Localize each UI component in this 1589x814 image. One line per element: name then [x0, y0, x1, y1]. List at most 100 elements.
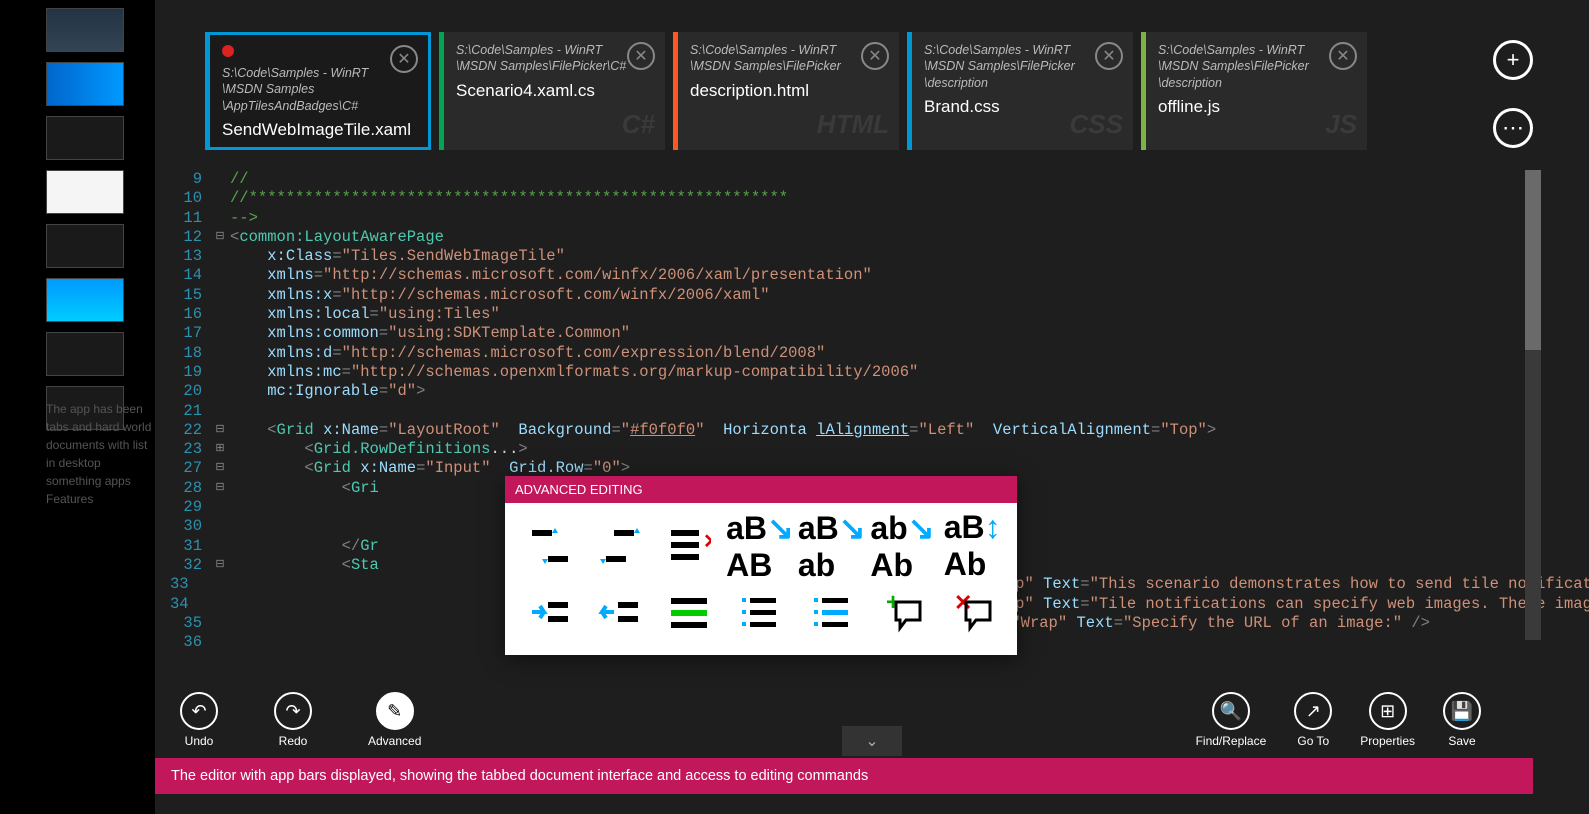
code-content[interactable]: -->	[230, 209, 258, 228]
appbar-icon: ✎	[376, 692, 414, 730]
case-lower-icon[interactable]: aB↘ab	[798, 515, 866, 577]
case-title-icon[interactable]: ab↘Ab	[870, 515, 936, 577]
code-line[interactable]: 12⊟<common:LayoutAwarePage	[170, 228, 1531, 247]
fold-toggle	[210, 402, 230, 421]
fold-toggle[interactable]: ⊞	[210, 440, 230, 459]
advanced-button[interactable]: ✎Advanced	[368, 692, 421, 748]
line-number: 34	[170, 595, 197, 614]
code-line[interactable]: 13 x:Class="Tiles.SendWebImageTile"	[170, 247, 1531, 266]
code-content[interactable]: xmlns:d="http://schemas.microsoft.com/ex…	[230, 344, 825, 363]
code-line[interactable]: 15 xmlns:x="http://schemas.microsoft.com…	[170, 286, 1531, 305]
outdent-icon[interactable]	[587, 581, 653, 643]
page-thumbnail[interactable]	[46, 224, 124, 268]
code-line[interactable]: 23⊞ <Grid.RowDefinitions...>	[170, 440, 1531, 459]
page-thumbnail[interactable]	[46, 116, 124, 160]
close-tab-button[interactable]: ✕	[390, 45, 418, 73]
code-content[interactable]: mc:Ignorable="d">	[230, 382, 425, 401]
fold-toggle	[210, 170, 230, 189]
fold-toggle	[210, 537, 230, 556]
line-number: 18	[170, 344, 210, 363]
code-content[interactable]: </Gr	[230, 537, 379, 556]
case-upper-icon[interactable]: aB↘AB	[726, 515, 794, 577]
properties-button[interactable]: ⊞Properties	[1360, 692, 1415, 748]
line-number: 36	[170, 633, 210, 652]
line-number: 20	[170, 382, 210, 401]
fold-toggle[interactable]: ⊟	[210, 459, 230, 478]
scrollbar-thumb[interactable]	[1525, 170, 1541, 350]
code-line[interactable]: 19 xmlns:mc="http://schemas.openxmlforma…	[170, 363, 1531, 382]
code-content[interactable]: <Gri	[230, 479, 379, 498]
code-line[interactable]: 17 xmlns:common="using:SDKTemplate.Commo…	[170, 324, 1531, 343]
code-content[interactable]: //**************************************…	[230, 189, 788, 208]
go-to-button[interactable]: ↗Go To	[1294, 692, 1332, 748]
code-content[interactable]: xmlns:local="using:Tiles"	[230, 305, 500, 324]
line-number: 19	[170, 363, 210, 382]
editor-window: ✕S:\Code\Samples - WinRT\MSDN Samples\Ap…	[155, 0, 1589, 814]
code-content[interactable]: <Sta	[230, 556, 379, 575]
move-line-icon[interactable]	[587, 515, 653, 577]
page-thumbnail[interactable]	[46, 332, 124, 376]
case-toggle-icon[interactable]: aB↕Ab	[939, 515, 1005, 577]
page-thumbnail[interactable]	[46, 386, 124, 430]
code-line[interactable]: 10 //************************************…	[170, 189, 1531, 208]
line-number: 13	[170, 247, 210, 266]
document-tab[interactable]: ✕S:\Code\Samples - WinRT\MSDN Samples\Fi…	[673, 32, 899, 150]
find-replace-button[interactable]: 🔍Find/Replace	[1196, 692, 1267, 748]
close-tab-button[interactable]: ✕	[627, 42, 655, 70]
fold-toggle[interactable]: ⊟	[210, 556, 230, 575]
fold-toggle[interactable]: ⊟	[210, 421, 230, 440]
close-tab-button[interactable]: ✕	[1095, 42, 1123, 70]
fold-toggle	[210, 382, 230, 401]
close-tab-button[interactable]: ✕	[861, 42, 889, 70]
line-number: 27	[170, 459, 210, 478]
code-content[interactable]: xmlns:x="http://schemas.microsoft.com/wi…	[230, 286, 770, 305]
code-line[interactable]: 21	[170, 402, 1531, 421]
code-content[interactable]: <common:LayoutAwarePage	[230, 228, 444, 247]
tab-language-badge: C#	[622, 109, 655, 140]
expand-chevron[interactable]: ⌄	[842, 726, 902, 756]
save-button[interactable]: 💾Save	[1443, 692, 1481, 748]
code-line[interactable]: 22⊟ <Grid x:Name="LayoutRoot" Background…	[170, 421, 1531, 440]
code-content[interactable]: <Grid x:Name="LayoutRoot" Background="#f…	[230, 421, 1216, 440]
code-content[interactable]: x:Class="Tiles.SendWebImageTile"	[230, 247, 565, 266]
code-line[interactable]: 18 xmlns:d="http://schemas.microsoft.com…	[170, 344, 1531, 363]
document-tab[interactable]: ✕S:\Code\Samples - WinRT\MSDN Samples\Fi…	[907, 32, 1133, 150]
indent-icon[interactable]	[517, 581, 583, 643]
delete-line-icon[interactable]: ✕	[656, 515, 722, 577]
transpose-icon[interactable]	[517, 515, 583, 577]
tab-filename: description.html	[690, 81, 887, 101]
close-tab-button[interactable]: ✕	[1329, 42, 1357, 70]
code-line[interactable]: 14 xmlns="http://schemas.microsoft.com/w…	[170, 266, 1531, 285]
appbar-label: Save	[1448, 734, 1475, 748]
comment-icon[interactable]: +	[870, 581, 936, 643]
redo-button[interactable]: ↷Redo	[274, 692, 312, 748]
fold-toggle[interactable]: ⊟	[210, 479, 230, 498]
uncomment-icon[interactable]: ✕	[939, 581, 1005, 643]
code-line[interactable]: 9//	[170, 170, 1531, 189]
code-line[interactable]: 11-->	[170, 209, 1531, 228]
page-thumbnail[interactable]	[46, 170, 124, 214]
untabify-icon[interactable]	[798, 581, 866, 643]
undo-button[interactable]: ↶Undo	[180, 692, 218, 748]
code-content[interactable]: xmlns="http://schemas.microsoft.com/winf…	[230, 266, 872, 285]
document-tab[interactable]: ✕S:\Code\Samples - WinRT\MSDN Samples\Fi…	[439, 32, 665, 150]
format-icon[interactable]	[656, 581, 722, 643]
code-content[interactable]: //	[230, 170, 249, 189]
scrollbar[interactable]	[1525, 170, 1541, 640]
line-number: 32	[170, 556, 210, 575]
fold-toggle[interactable]: ⊟	[210, 228, 230, 247]
code-content[interactable]: xmlns:mc="http://schemas.openxmlformats.…	[230, 363, 918, 382]
code-line[interactable]: 20 mc:Ignorable="d">	[170, 382, 1531, 401]
page-thumbnail[interactable]	[46, 62, 124, 106]
line-number: 10	[170, 189, 210, 208]
page-thumbnail[interactable]	[46, 8, 124, 52]
page-thumbnail[interactable]	[46, 278, 124, 322]
add-tab-button[interactable]: +	[1493, 40, 1533, 80]
more-button[interactable]: ⋯	[1493, 108, 1533, 148]
tabify-icon[interactable]	[726, 581, 794, 643]
code-line[interactable]: 16 xmlns:local="using:Tiles"	[170, 305, 1531, 324]
document-tab[interactable]: ✕S:\Code\Samples - WinRT\MSDN Samples\Fi…	[1141, 32, 1367, 150]
code-content[interactable]: xmlns:common="using:SDKTemplate.Common"	[230, 324, 630, 343]
code-content[interactable]: <Grid.RowDefinitions...>	[230, 440, 528, 459]
document-tab[interactable]: ✕S:\Code\Samples - WinRT\MSDN Samples\Ap…	[205, 32, 431, 150]
